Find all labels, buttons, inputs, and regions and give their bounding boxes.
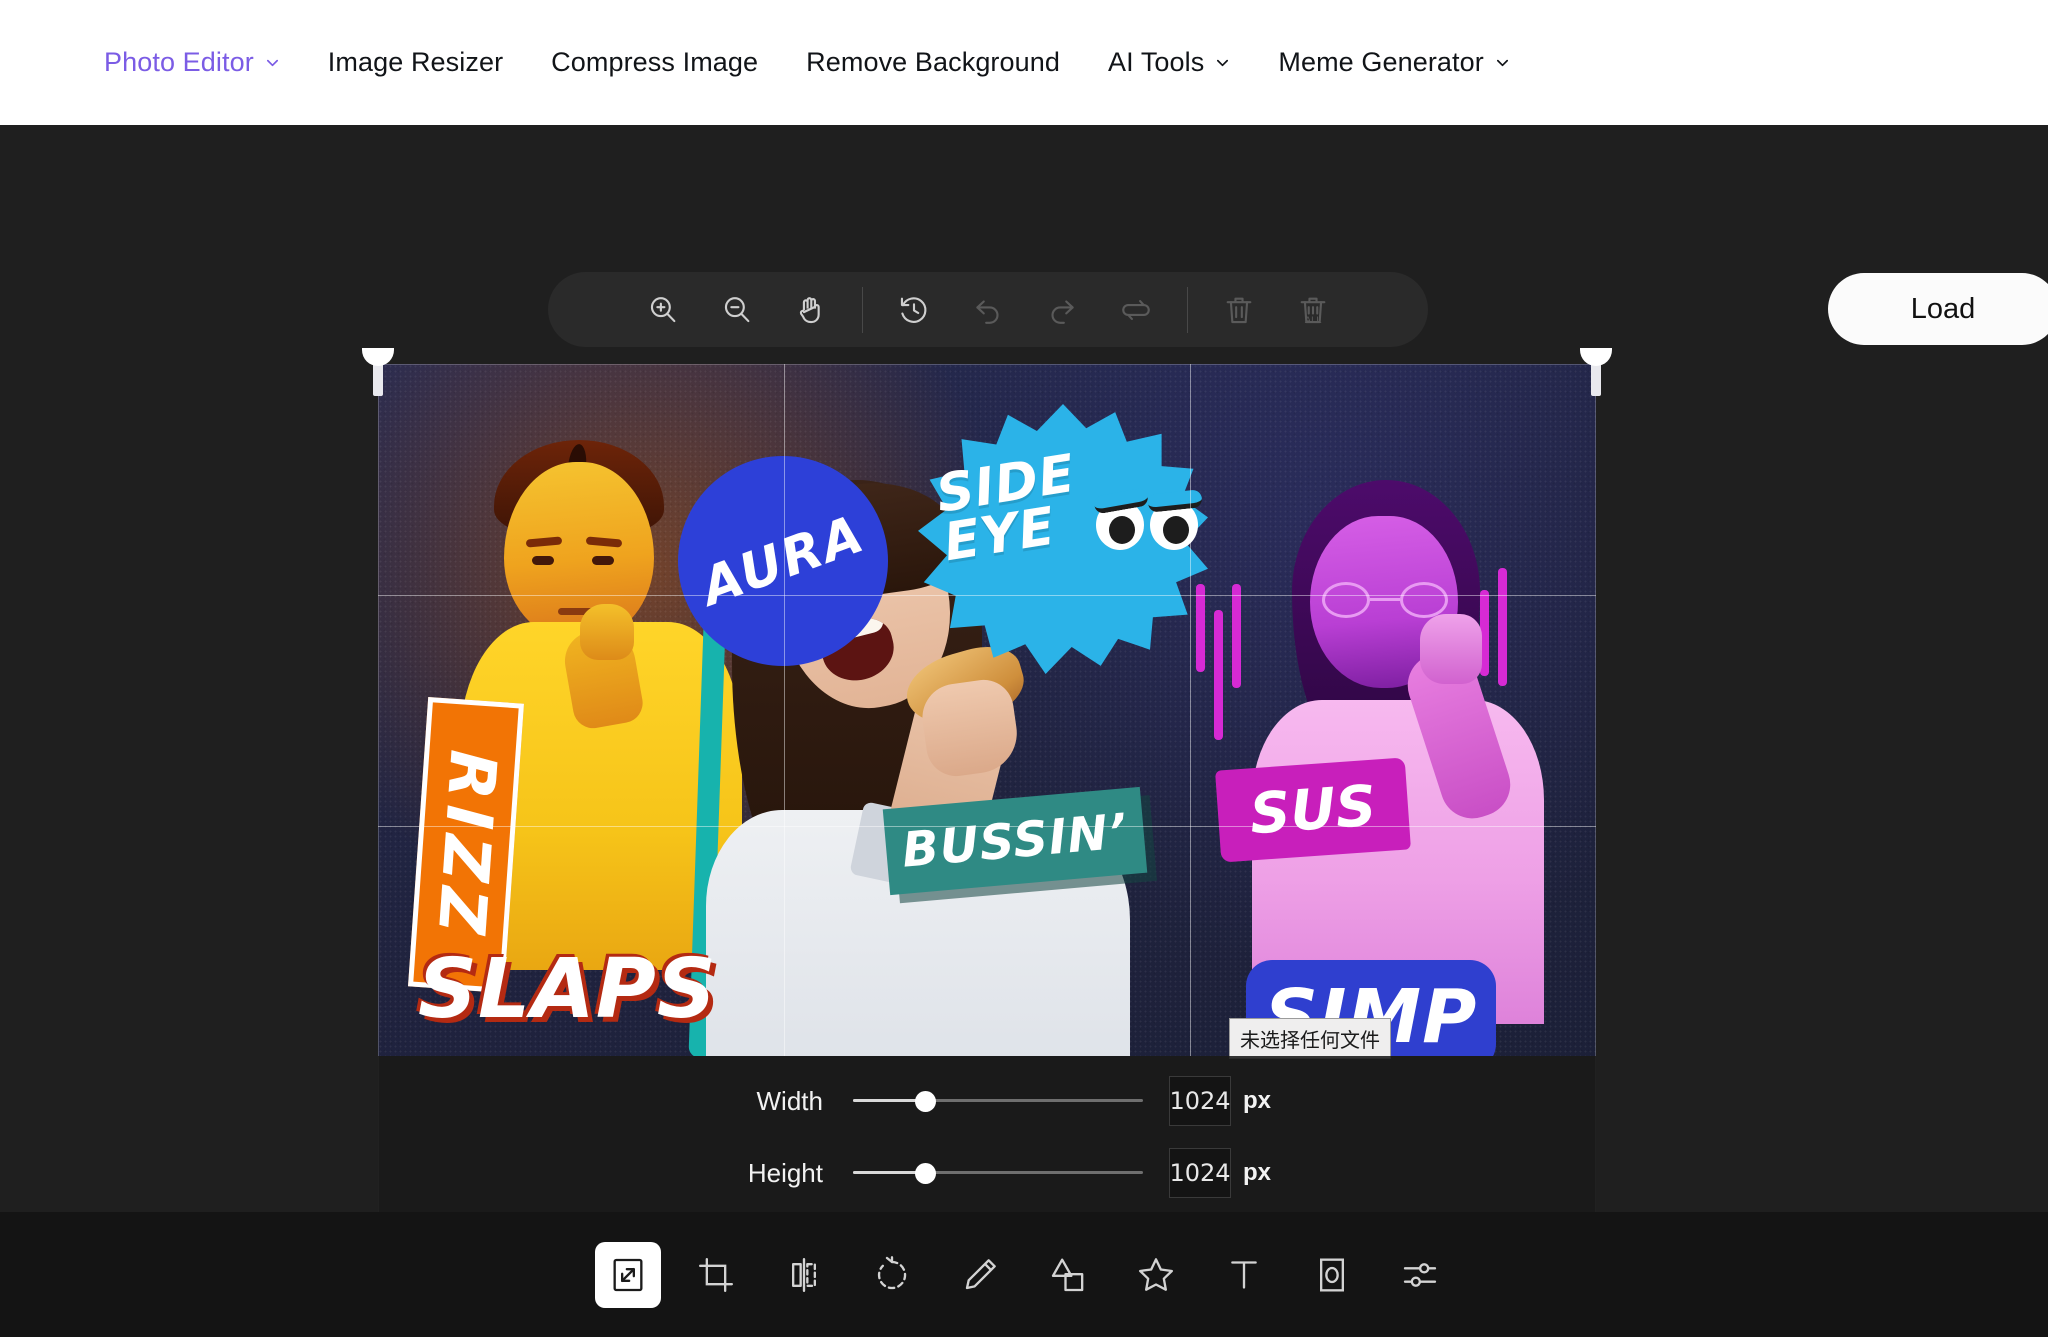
sticker-bussin-label: BUSSIN’ bbox=[899, 803, 1131, 879]
width-label: Width bbox=[756, 1085, 823, 1116]
pan-hand-icon[interactable] bbox=[774, 281, 848, 339]
stickers-tool[interactable] bbox=[1123, 1242, 1189, 1308]
height-slider[interactable] bbox=[852, 1160, 1143, 1186]
nav-item-label: Remove Background bbox=[806, 47, 1060, 77]
nav-item-ai-tools[interactable]: AI Tools bbox=[1084, 47, 1254, 78]
editor-workspace: ALL Load RIZZ AURA SIDE EYE BUSSIN’ SUS … bbox=[0, 125, 2048, 1337]
resize-controls-panel: Width 1024 px Height 1024 px Lock Aspect… bbox=[378, 1056, 1596, 1247]
person-right bbox=[1196, 464, 1548, 1024]
height-input[interactable]: 1024 bbox=[1168, 1148, 1231, 1198]
chevron-down-icon bbox=[1215, 55, 1230, 70]
nav-item-image-resizer[interactable]: Image Resizer bbox=[304, 47, 527, 78]
nav-item-label: Photo Editor bbox=[104, 47, 254, 77]
file-input-tooltip: 未选择任何文件 bbox=[1229, 1018, 1391, 1059]
nav-item-label: Compress Image bbox=[551, 47, 759, 77]
undo-icon[interactable] bbox=[951, 281, 1025, 339]
sticker-rizz-label: RIZZ bbox=[422, 747, 510, 943]
main-navigation: Photo Editor Image Resizer Compress Imag… bbox=[0, 0, 2048, 125]
width-input[interactable]: 1024 bbox=[1168, 1076, 1231, 1126]
flip-tool[interactable] bbox=[771, 1242, 837, 1308]
nav-item-label: Image Resizer bbox=[327, 47, 504, 77]
toolbar-divider bbox=[862, 286, 863, 333]
crop-tool[interactable] bbox=[683, 1242, 749, 1308]
chevron-down-icon bbox=[1495, 55, 1510, 70]
nav-item-meme-generator[interactable]: Meme Generator bbox=[1254, 47, 1533, 78]
resize-tool[interactable] bbox=[595, 1241, 661, 1308]
height-label: Height bbox=[747, 1157, 823, 1188]
resize-handle-top-right[interactable] bbox=[1580, 348, 1612, 396]
sticker-sus-label: SUS bbox=[1247, 773, 1379, 847]
text-tool[interactable] bbox=[1211, 1242, 1277, 1308]
sticker-aura-label: AURA bbox=[693, 504, 873, 618]
chevron-down-icon bbox=[265, 55, 280, 70]
sticker-slaps-label: SLAPS bbox=[418, 942, 717, 1037]
delete-all-icon[interactable]: ALL bbox=[1276, 281, 1350, 339]
toolbar-divider bbox=[1187, 286, 1188, 333]
delete-icon[interactable] bbox=[1202, 281, 1276, 339]
side-eye-eyes-icon bbox=[1092, 487, 1206, 554]
nav-item-label: Meme Generator bbox=[1278, 47, 1484, 77]
width-unit-label: px bbox=[1242, 1087, 1271, 1114]
repeat-icon[interactable] bbox=[1099, 281, 1173, 339]
canvas-toolbar: ALL bbox=[548, 272, 1428, 347]
rotate-tool[interactable] bbox=[859, 1242, 925, 1308]
collage-image[interactable]: RIZZ AURA SIDE EYE BUSSIN’ SUS SLAPS SIM… bbox=[378, 364, 1596, 1056]
load-button-label: Load bbox=[1910, 292, 1976, 325]
adjust-tool[interactable] bbox=[1387, 1242, 1453, 1308]
zoom-in-icon[interactable] bbox=[626, 281, 700, 339]
sticker-side-eye[interactable]: SIDE EYE bbox=[918, 404, 1208, 674]
width-slider-knob[interactable] bbox=[914, 1091, 936, 1112]
nav-item-photo-editor[interactable]: Photo Editor bbox=[80, 47, 304, 78]
history-reset-icon[interactable] bbox=[877, 281, 951, 339]
nav-item-compress-image[interactable]: Compress Image bbox=[527, 47, 782, 78]
height-unit-label: px bbox=[1242, 1159, 1271, 1186]
sticker-slaps[interactable]: SLAPS bbox=[418, 942, 717, 1037]
zoom-out-icon[interactable] bbox=[700, 281, 774, 339]
frame-tool[interactable] bbox=[1299, 1242, 1365, 1308]
shapes-tool[interactable] bbox=[1035, 1242, 1101, 1308]
resize-handle-top-left[interactable] bbox=[362, 348, 394, 396]
nav-item-remove-background[interactable]: Remove Background bbox=[782, 47, 1084, 78]
load-button[interactable]: Load bbox=[1828, 273, 2048, 345]
editor-tool-strip bbox=[0, 1212, 2048, 1337]
draw-tool[interactable] bbox=[947, 1242, 1013, 1308]
width-slider[interactable] bbox=[852, 1088, 1143, 1114]
redo-icon[interactable] bbox=[1025, 281, 1099, 339]
sticker-aura[interactable]: AURA bbox=[678, 456, 888, 666]
sticker-sus[interactable]: SUS bbox=[1215, 757, 1411, 863]
height-slider-knob[interactable] bbox=[914, 1163, 936, 1184]
height-control-row: Height 1024 px bbox=[378, 1148, 1596, 1198]
width-control-row: Width 1024 px bbox=[378, 1076, 1596, 1126]
nav-item-label: AI Tools bbox=[1108, 47, 1205, 77]
svg-text:ALL: ALL bbox=[1305, 314, 1322, 325]
